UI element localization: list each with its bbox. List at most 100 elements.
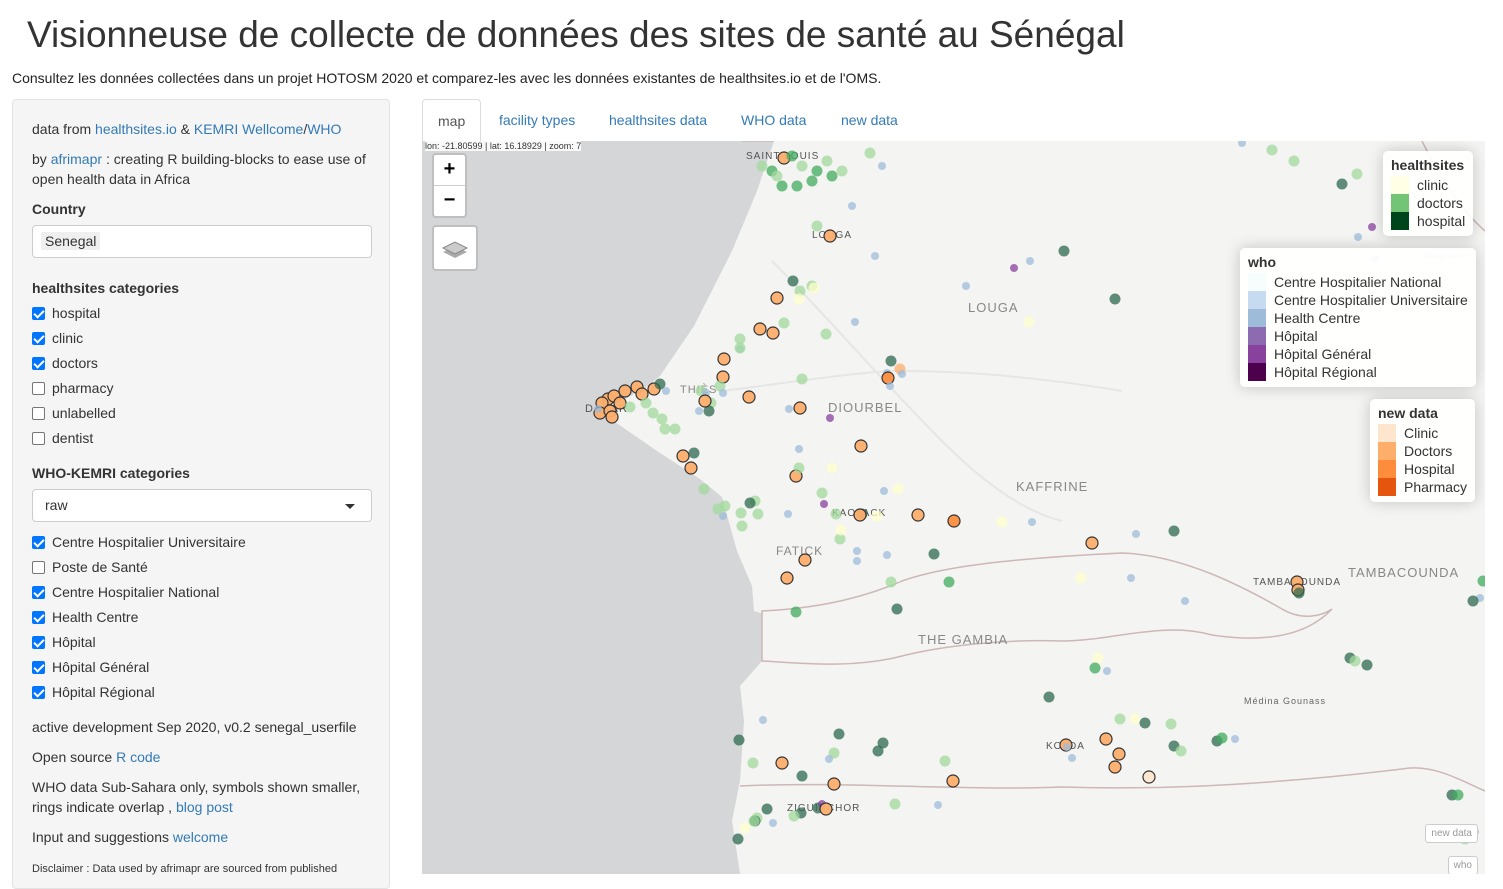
facility-marker[interactable] [753, 322, 767, 336]
facility-marker[interactable] [1293, 587, 1305, 599]
facility-marker[interactable] [594, 405, 602, 413]
facility-marker[interactable] [1361, 659, 1373, 671]
facility-marker[interactable] [1351, 168, 1363, 180]
facility-marker[interactable] [885, 576, 897, 588]
facility-marker[interactable] [1354, 233, 1362, 241]
facility-marker[interactable] [1099, 732, 1113, 746]
facility-marker[interactable] [624, 401, 636, 413]
facility-marker[interactable] [756, 160, 768, 172]
facility-marker[interactable] [1010, 264, 1018, 272]
hs-checkbox-0[interactable]: hospital [32, 303, 100, 323]
facility-marker[interactable] [698, 394, 712, 408]
facility-marker[interactable] [820, 500, 828, 508]
facility-marker[interactable] [825, 755, 833, 763]
welcome-link[interactable]: welcome [173, 829, 228, 845]
facility-marker[interactable] [1216, 732, 1228, 744]
facility-marker[interactable] [1063, 743, 1071, 751]
facility-marker[interactable] [854, 439, 868, 453]
facility-marker[interactable] [1068, 754, 1076, 762]
checkbox-icon[interactable] [32, 332, 45, 345]
facility-marker[interactable] [943, 576, 955, 588]
facility-marker[interactable] [769, 819, 777, 827]
tab-facility-types[interactable]: facility types [484, 99, 590, 141]
tab-who-data[interactable]: WHO data [726, 99, 821, 141]
checkbox-icon[interactable] [32, 432, 45, 445]
facility-marker[interactable] [796, 373, 808, 385]
facility-marker[interactable] [1127, 574, 1135, 582]
facility-marker[interactable] [816, 487, 828, 499]
facility-marker[interactable] [733, 734, 745, 746]
facility-marker[interactable] [886, 382, 894, 390]
facility-marker[interactable] [1238, 141, 1246, 147]
facility-marker[interactable] [734, 342, 746, 354]
facility-marker[interactable] [613, 396, 627, 410]
facility-marker[interactable] [790, 606, 802, 618]
zoom-in-button[interactable]: + [434, 155, 465, 185]
layers-button[interactable] [432, 225, 478, 271]
hs-checkbox-4[interactable]: unlabelled [32, 403, 116, 423]
facility-marker[interactable] [1103, 667, 1111, 675]
facility-marker[interactable] [878, 162, 886, 170]
who-checkbox-6[interactable]: Hôpital Régional [32, 682, 155, 702]
facility-marker[interactable] [747, 757, 759, 769]
facility-marker[interactable] [864, 147, 876, 159]
facility-marker[interactable] [1092, 652, 1104, 664]
checkbox-icon[interactable] [32, 561, 45, 574]
facility-marker[interactable] [776, 180, 788, 192]
facility-marker[interactable] [889, 798, 901, 810]
hs-checkbox-1[interactable]: clinic [32, 328, 83, 348]
facility-marker[interactable] [1231, 735, 1239, 743]
facility-marker[interactable] [826, 414, 834, 422]
zoom-out-button[interactable]: − [434, 185, 465, 216]
checkbox-icon[interactable] [32, 611, 45, 624]
facility-marker[interactable] [1132, 530, 1140, 538]
facility-marker[interactable] [1139, 717, 1151, 729]
facility-marker[interactable] [821, 155, 833, 167]
facility-marker[interactable] [835, 524, 847, 536]
facility-marker[interactable] [1181, 597, 1189, 605]
facility-marker[interactable] [827, 777, 841, 791]
facility-marker[interactable] [796, 160, 808, 172]
facility-marker[interactable] [798, 553, 812, 567]
facility-marker[interactable] [717, 352, 731, 366]
facility-marker[interactable] [759, 716, 767, 724]
facility-marker[interactable] [1288, 155, 1300, 167]
facility-marker[interactable] [656, 413, 668, 425]
facility-marker[interactable] [786, 150, 798, 162]
facility-marker[interactable] [826, 170, 838, 182]
facility-marker[interactable] [780, 571, 794, 585]
checkbox-icon[interactable] [32, 307, 45, 320]
facility-marker[interactable] [1085, 536, 1099, 550]
facility-marker[interactable] [791, 180, 803, 192]
facility-marker[interactable] [853, 547, 861, 555]
facility-marker[interactable] [795, 445, 803, 453]
facility-marker[interactable] [1058, 245, 1070, 257]
facility-marker[interactable] [788, 810, 800, 822]
new-data-layer-toggle[interactable]: new data [1425, 824, 1478, 843]
checkbox-icon[interactable] [32, 686, 45, 699]
facility-marker[interactable] [880, 487, 888, 495]
facility-marker[interactable] [820, 328, 832, 340]
facility-marker[interactable] [830, 508, 842, 520]
facility-marker[interactable] [761, 803, 773, 815]
afrimapr-link[interactable]: afrimapr [51, 151, 102, 167]
facility-marker[interactable] [883, 551, 891, 559]
facility-marker[interactable] [1368, 223, 1376, 231]
kemri-link[interactable]: KEMRI Wellcome [194, 121, 303, 137]
facility-marker[interactable] [871, 510, 883, 522]
facility-marker[interactable] [618, 384, 632, 398]
checkbox-icon[interactable] [32, 661, 45, 674]
facility-marker[interactable] [939, 755, 951, 767]
facility-marker[interactable] [1028, 518, 1036, 526]
facility-marker[interactable] [811, 220, 823, 232]
facility-marker[interactable] [1129, 713, 1141, 725]
facility-marker[interactable] [819, 802, 833, 816]
facility-marker[interactable] [787, 275, 799, 287]
facility-marker[interactable] [806, 175, 818, 187]
facility-marker[interactable] [928, 548, 940, 560]
facility-marker[interactable] [605, 410, 619, 424]
hs-checkbox-2[interactable]: doctors [32, 353, 98, 373]
facility-marker[interactable] [684, 461, 698, 475]
checkbox-icon[interactable] [32, 407, 45, 420]
facility-marker[interactable] [770, 291, 784, 305]
